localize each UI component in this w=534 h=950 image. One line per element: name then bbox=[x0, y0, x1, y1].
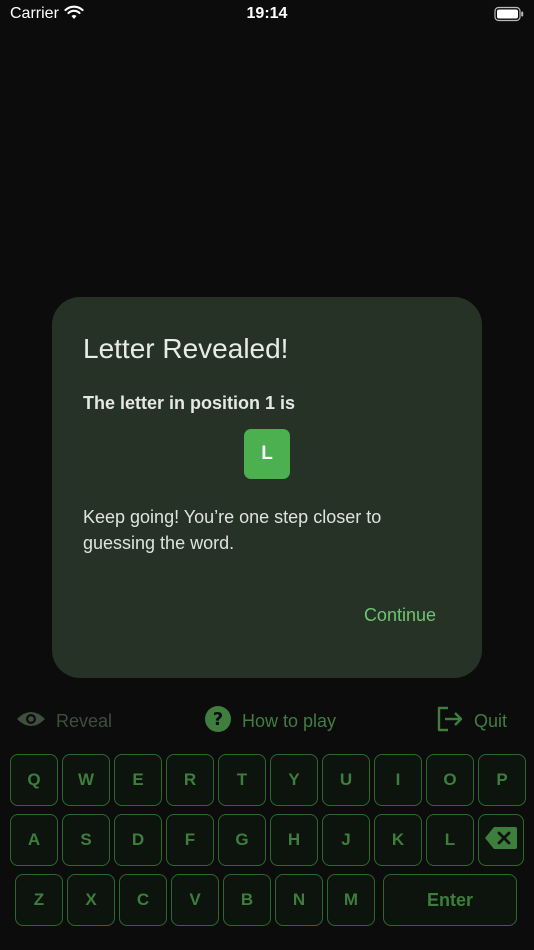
key-m[interactable]: M bbox=[327, 874, 375, 926]
reveal-label: Reveal bbox=[56, 710, 113, 731]
enter-key[interactable]: Enter bbox=[383, 874, 517, 926]
backspace-key[interactable] bbox=[478, 814, 524, 866]
dialog-title: Letter Revealed! bbox=[83, 333, 289, 364]
action-row: Reveal ? How to play Quit bbox=[0, 700, 534, 742]
logout-icon bbox=[436, 706, 464, 737]
battery-icon bbox=[494, 6, 524, 27]
key-o[interactable]: O bbox=[426, 754, 474, 806]
backspace-icon bbox=[484, 826, 518, 855]
key-t[interactable]: T bbox=[218, 754, 266, 806]
how-to-play-label: How to play bbox=[242, 710, 337, 731]
key-v[interactable]: V bbox=[171, 874, 219, 926]
key-d[interactable]: D bbox=[114, 814, 162, 866]
quit-button[interactable]: Quit bbox=[436, 700, 507, 742]
continue-button[interactable]: Continue bbox=[364, 605, 436, 626]
key-n[interactable]: N bbox=[275, 874, 323, 926]
key-a[interactable]: A bbox=[10, 814, 58, 866]
key-f[interactable]: F bbox=[166, 814, 214, 866]
status-time: 19:14 bbox=[246, 5, 288, 22]
key-g[interactable]: G bbox=[218, 814, 266, 866]
key-z[interactable]: Z bbox=[15, 874, 63, 926]
key-y[interactable]: Y bbox=[270, 754, 318, 806]
key-k[interactable]: K bbox=[374, 814, 422, 866]
key-p[interactable]: P bbox=[478, 754, 526, 806]
key-e[interactable]: E bbox=[114, 754, 162, 806]
reveal-button[interactable]: Reveal bbox=[16, 700, 112, 742]
key-b[interactable]: B bbox=[223, 874, 271, 926]
status-bar: Carrier 19:14 bbox=[0, 0, 534, 30]
dialog-body: Keep going! You’re one step closer to gu… bbox=[83, 507, 382, 553]
svg-text:?: ? bbox=[213, 709, 223, 730]
key-c[interactable]: C bbox=[119, 874, 167, 926]
key-s[interactable]: S bbox=[62, 814, 110, 866]
key-x[interactable]: X bbox=[67, 874, 115, 926]
key-j[interactable]: J bbox=[322, 814, 370, 866]
revealed-letter-tile: L bbox=[244, 429, 290, 479]
letter-revealed-dialog: Letter Revealed! The letter in position … bbox=[52, 297, 482, 678]
help-icon: ? bbox=[204, 705, 232, 738]
dialog-subtitle: The letter in position 1 is bbox=[83, 393, 296, 413]
key-i[interactable]: I bbox=[374, 754, 422, 806]
key-l[interactable]: L bbox=[426, 814, 474, 866]
key-q[interactable]: Q bbox=[10, 754, 58, 806]
key-h[interactable]: H bbox=[270, 814, 318, 866]
key-w[interactable]: W bbox=[62, 754, 110, 806]
key-r[interactable]: R bbox=[166, 754, 214, 806]
eye-icon bbox=[16, 709, 46, 734]
key-u[interactable]: U bbox=[322, 754, 370, 806]
how-to-play-button[interactable]: ? How to play bbox=[204, 700, 336, 742]
quit-label: Quit bbox=[474, 710, 508, 731]
